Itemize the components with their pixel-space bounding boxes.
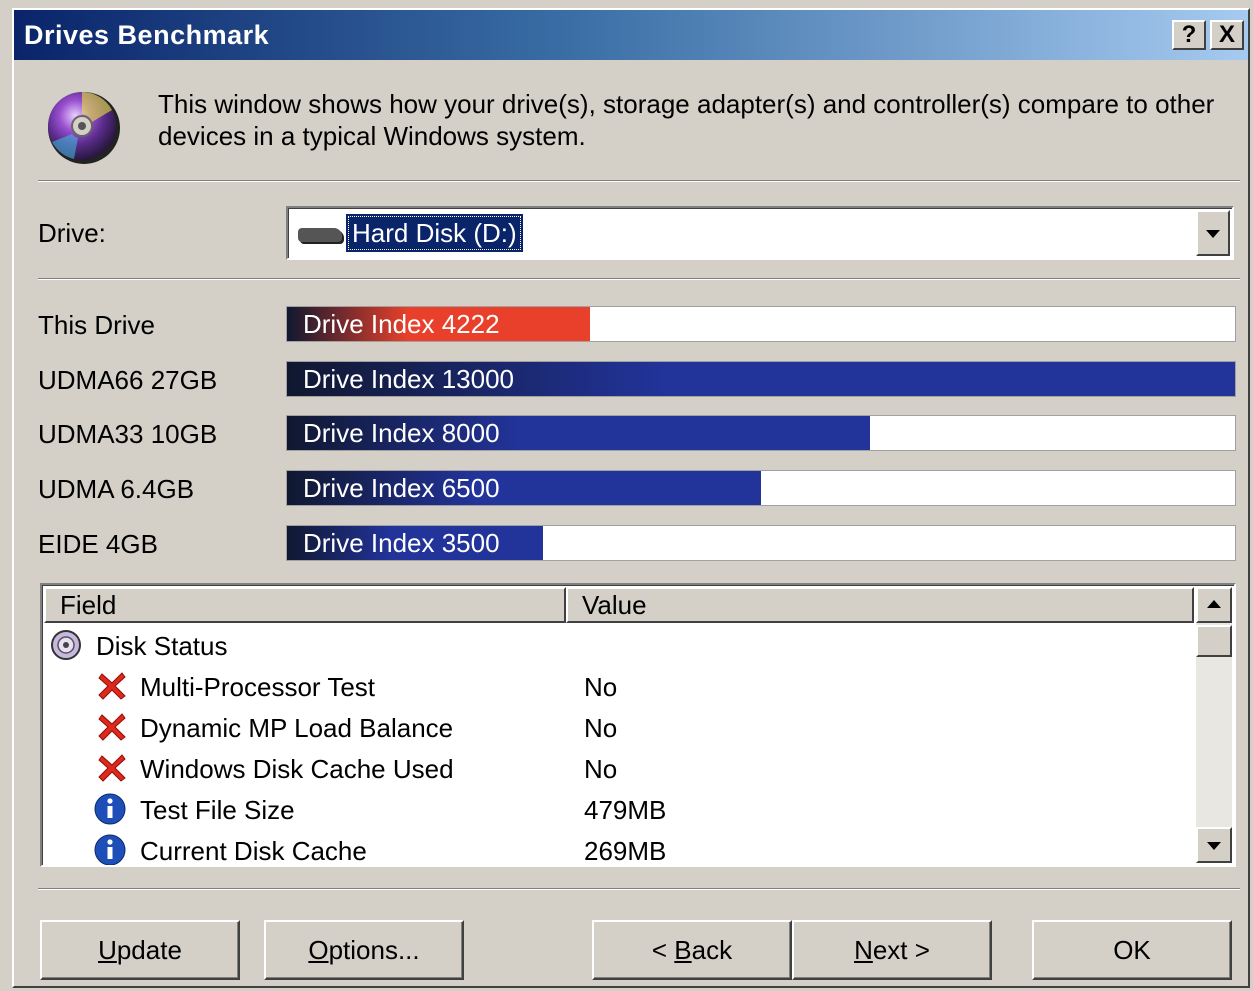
field-name: Current Disk Cache [140,836,367,866]
field-name: Windows Disk Cache Used [140,754,454,784]
list-item[interactable]: Windows Disk Cache Used No [44,748,1194,789]
close-button[interactable]: X [1210,20,1244,50]
disk-status-icon [51,630,81,660]
field-value: 269MB [584,836,667,866]
scroll-thumb[interactable] [1196,625,1232,657]
drive-select-value: Hard Disk (D:) [346,214,523,252]
hard-disk-icon [298,228,342,242]
scroll-up-button[interactable] [1196,587,1232,623]
benchmark-bar-text: Drive Index 8000 [303,418,500,448]
field-value: No [584,713,618,743]
benchmark-label: EIDE 4GB [38,529,158,559]
field-value: 479MB [584,795,667,825]
list-item[interactable]: Multi-Processor Test No [44,666,1194,707]
ok-button[interactable]: OK [1032,920,1232,980]
scroll-down-button[interactable] [1196,827,1232,863]
drive-label: Drive: [38,218,106,248]
benchmark-label: UDMA33 10GB [38,419,218,449]
benchmark-row: EIDE 4GB Drive Index 3500 [14,525,1248,565]
update-label: pdate [116,935,182,965]
red-x-icon [98,672,126,700]
field-name: Multi-Processor Test [140,672,376,702]
benchmark-row: UDMA33 10GB Drive Index 8000 [14,415,1248,455]
cd-disc-icon [48,92,120,164]
drives-benchmark-window: Drives Benchmark ? X This window shows h… [12,8,1250,988]
benchmark-label: UDMA 6.4GB [38,474,195,504]
update-mnemonic: U [98,935,117,965]
list-item[interactable]: Current Disk Cache 269MB [44,830,1194,866]
benchmark-track: Drive Index 8000 [286,415,1236,451]
window-title: Drives Benchmark [24,20,270,50]
list-item[interactable]: Test File Size 479MB [44,789,1194,830]
options-button[interactable]: Options... [264,920,464,980]
back-mnemonic: B [674,935,692,965]
next-mnemonic: N [854,935,873,965]
drive-select[interactable]: Hard Disk (D:) [286,206,1234,260]
red-x-icon [98,754,126,782]
benchmark-row: This Drive Drive Index 4222 [14,306,1248,346]
back-button[interactable]: < Back [592,920,792,980]
back-label: ack [691,935,733,965]
benchmark-bar-text: Drive Index 13000 [303,364,515,394]
list-header: Field Value [44,587,1194,623]
benchmark-track: Drive Index 3500 [286,525,1236,561]
info-icon [94,793,126,825]
field-value: No [584,754,618,784]
next-button[interactable]: Next > [792,920,992,980]
separator [38,278,1240,280]
field-name: Dynamic MP Load Balance [140,713,454,743]
separator [38,180,1240,182]
field-value: No [584,672,618,702]
benchmark-row: UDMA66 27GB Drive Index 13000 [14,361,1248,401]
benchmark-track: Drive Index 13000 [286,361,1236,397]
red-x-icon [98,713,126,741]
chevron-down-icon [1206,230,1220,238]
benchmark-row: UDMA 6.4GB Drive Index 6500 [14,470,1248,510]
separator [38,888,1240,890]
help-button[interactable]: ? [1172,20,1206,50]
title-bar[interactable]: Drives Benchmark ? X [14,10,1248,60]
column-header-field[interactable]: Field [44,587,566,623]
chevron-down-icon [1207,842,1221,850]
options-mnemonic: O [308,935,329,965]
vertical-scrollbar[interactable] [1196,587,1232,863]
options-label: ptions... [328,935,420,965]
benchmark-track: Drive Index 4222 [286,306,1236,342]
intro-description: This window shows how your drive(s), sto… [158,89,1215,151]
details-list[interactable]: Field Value Disk Status Multi-Processor … [40,583,1236,867]
update-button[interactable]: Update [40,920,240,980]
next-label: ext > [872,935,930,965]
drive-dropdown-button[interactable] [1196,210,1230,256]
benchmark-track: Drive Index 6500 [286,470,1236,506]
benchmark-bar-text: Drive Index 4222 [303,309,500,339]
back-prefix: < [651,935,675,965]
field-name: Test File Size [140,795,295,825]
benchmark-label: This Drive [38,310,156,340]
benchmark-label: UDMA66 27GB [38,365,218,395]
close-icon: X [1218,21,1235,48]
list-group-row[interactable]: Disk Status [44,625,1194,666]
list-item[interactable]: Dynamic MP Load Balance No [44,707,1194,748]
info-icon [94,834,126,865]
column-header-value[interactable]: Value [566,587,1194,623]
benchmark-bar-text: Drive Index 6500 [303,473,500,503]
benchmark-bar-text: Drive Index 3500 [303,528,500,558]
chevron-up-icon [1207,600,1221,608]
group-label: Disk Status [96,631,228,661]
